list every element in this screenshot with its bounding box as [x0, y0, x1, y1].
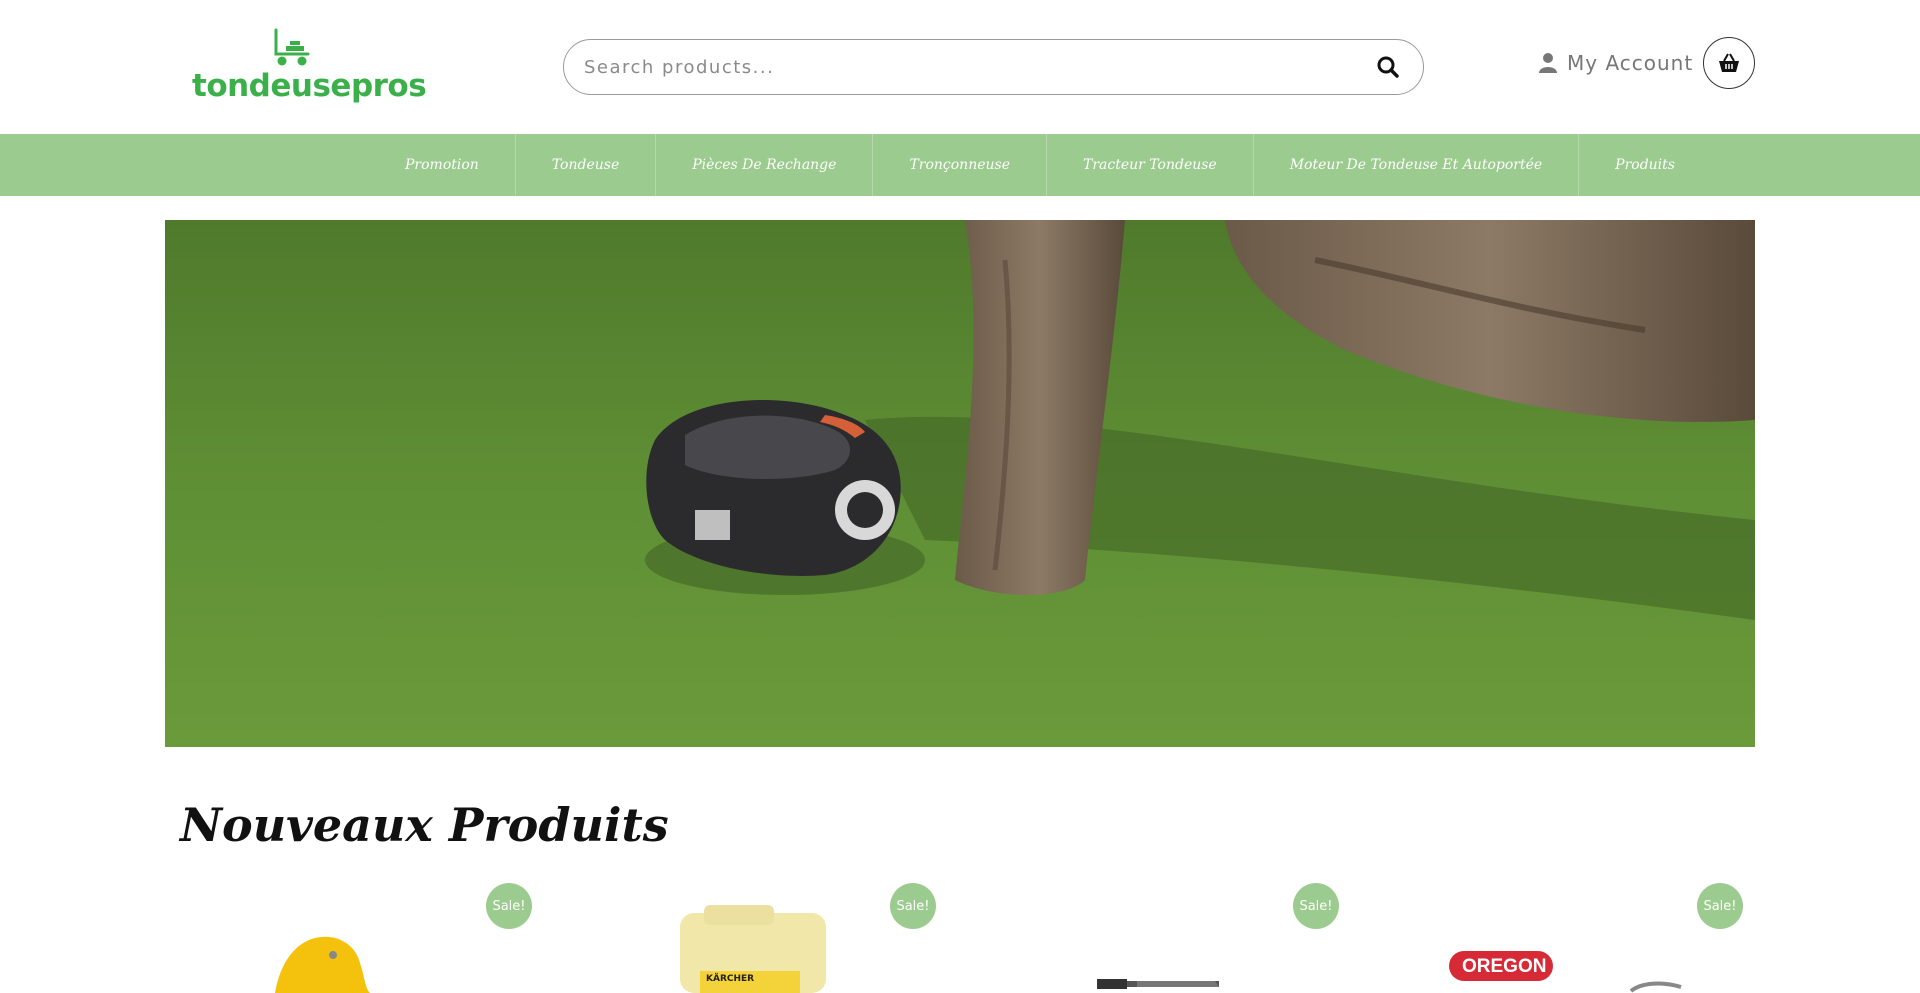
main-navigation: Promotion Tondeuse Pièces De Rechange Tr…: [0, 134, 1920, 196]
hero-banner[interactable]: [165, 220, 1755, 747]
product-card[interactable]: Sale!: [987, 883, 1347, 993]
search-icon: [1377, 56, 1399, 78]
product-image: [1097, 979, 1219, 989]
product-card[interactable]: Sale! KÄRCHER: [584, 883, 944, 993]
nav-item-promotion[interactable]: Promotion: [369, 134, 516, 196]
search-button[interactable]: [1375, 54, 1401, 80]
product-brand-text: KÄRCHER: [706, 973, 754, 984]
my-account-link[interactable]: My Account: [1539, 48, 1693, 78]
user-icon: [1539, 53, 1557, 73]
product-card[interactable]: Sale! OREGON: [1391, 883, 1751, 993]
lawn-mower-logo-icon: [274, 28, 310, 66]
search-bar: [563, 39, 1424, 95]
nav-item-tracteur-tondeuse[interactable]: Tracteur Tondeuse: [1047, 134, 1254, 196]
nav-item-produits[interactable]: Produits: [1579, 134, 1711, 196]
site-logo[interactable]: tondeusepros: [192, 28, 427, 104]
site-header: tondeusepros My Account: [0, 0, 1920, 134]
my-account-label: My Account: [1567, 51, 1694, 75]
product-brand-text: OREGON: [1462, 956, 1546, 977]
nav-item-pieces-de-rechange[interactable]: Pièces De Rechange: [656, 134, 874, 196]
nav-item-moteur-de-tondeuse[interactable]: Moteur De Tondeuse Et Autoportée: [1254, 134, 1580, 196]
product-image: OREGON: [1449, 951, 1682, 993]
cart-button[interactable]: [1703, 37, 1755, 89]
nav-menu: Promotion Tondeuse Pièces De Rechange Tr…: [369, 134, 1711, 196]
hero-image: [165, 220, 1755, 747]
nav-item-tronconneuse[interactable]: Tronçonneuse: [873, 134, 1047, 196]
nav-item-tondeuse[interactable]: Tondeuse: [516, 134, 657, 196]
section-title: Nouveaux Produits: [180, 798, 669, 852]
search-input[interactable]: [584, 50, 1344, 84]
product-image: KÄRCHER: [680, 905, 826, 993]
product-image: [275, 936, 370, 993]
site-logo-text: tondeusepros: [192, 68, 427, 104]
product-card[interactable]: Sale!: [180, 883, 540, 993]
basket-icon: [1719, 53, 1739, 72]
